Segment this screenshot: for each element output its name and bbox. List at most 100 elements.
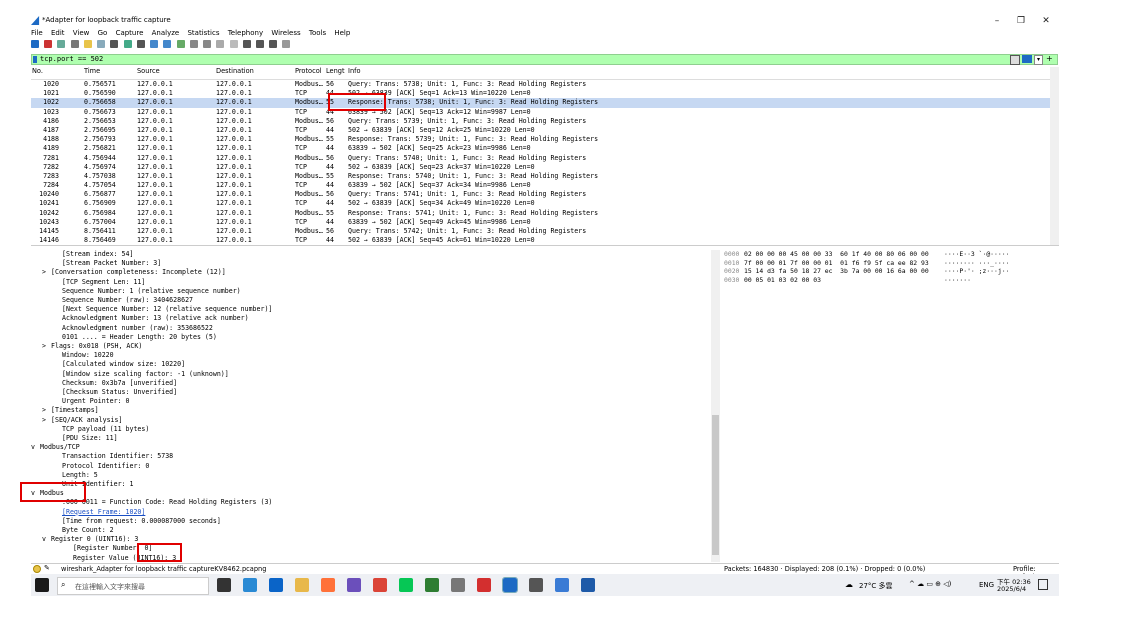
bytes-hex[interactable]: 15 14 d3 fa 50 18 27 ec 3b 7a 00 00 16 6… [744,267,929,276]
teams-icon[interactable] [347,578,361,592]
settings-gear-icon[interactable] [529,578,543,592]
clear-filter-icon[interactable] [1010,55,1020,65]
find-packet-icon[interactable] [136,40,145,48]
display-filter-input[interactable]: tcp.port == 502 [40,55,103,63]
header-col-destination[interactable]: Destination [216,67,254,76]
capture-options-icon[interactable] [70,40,79,48]
collapsed-arrow-icon[interactable]: > [42,342,46,351]
apply-filter-icon[interactable] [1022,55,1032,63]
menu-help[interactable]: Help [334,29,350,37]
close-button[interactable]: ✕ [1036,14,1056,28]
menu-telephony[interactable]: Telephony [228,29,263,37]
save-file-icon[interactable] [97,40,106,48]
bookmark-icon[interactable] [33,56,37,63]
menu-statistics[interactable]: Statistics [187,29,219,37]
last-packet-icon[interactable] [203,40,212,48]
packet-row[interactable]: 1020 0.756571 127.0.0.1 127.0.0.1 Modbus… 56 … [31,80,1059,89]
header-col-protocol[interactable]: Protocol [295,67,322,76]
packet-row[interactable]: 4187 2.756695 127.0.0.1 127.0.0.1 TCP 44 502 →… [31,126,1059,135]
excel-icon[interactable] [425,578,439,592]
filter-dropdown-icon[interactable]: ▾ [1034,55,1043,65]
collapsed-arrow-icon[interactable]: > [42,406,46,415]
task-view-icon[interactable] [217,578,231,592]
edit-comment-icon[interactable]: ✎ [44,564,50,572]
menu-edit[interactable]: Edit [51,29,65,37]
packet-row[interactable]: 10240 6.756877 127.0.0.1 127.0.0.1 Modbus… 56… [31,190,1059,199]
packet-row[interactable]: 7282 4.756974 127.0.0.1 127.0.0.1 TCP 44 502 →… [31,163,1059,172]
packet-row[interactable]: 7281 4.756944 127.0.0.1 127.0.0.1 Modbus… 56 … [31,154,1059,163]
restart-capture-icon[interactable] [57,40,66,48]
reload-icon[interactable] [123,40,132,48]
system-tray-icons[interactable]: ^ ☁ ▭ ⊕ ◁) [909,580,951,588]
packet-row[interactable]: 10243 6.757004 127.0.0.1 127.0.0.1 TCP 44 6383… [31,218,1059,227]
go-forward-icon[interactable] [163,40,172,48]
packet-row[interactable]: 1022 0.756658 127.0.0.1 127.0.0.1 Modbus… 55 R… [31,98,1059,108]
bytes-hex[interactable]: 02 00 00 00 45 00 00 33 60 1f 40 00 80 0… [744,250,929,259]
header-col-source[interactable]: Source [137,67,160,76]
bytes-off[interactable]: 0020 [724,267,739,276]
outlook-icon[interactable] [269,578,283,592]
colorize-icon[interactable] [229,40,238,48]
word-icon[interactable] [581,578,595,592]
packet-row[interactable]: 7284 4.757054 127.0.0.1 127.0.0.1 TCP 44 63839… [31,181,1059,190]
packet-row[interactable]: 4189 2.756821 127.0.0.1 127.0.0.1 TCP 44 63839… [31,144,1059,153]
first-packet-icon[interactable] [189,40,198,48]
bytes-ascii[interactable]: ····E··3 `·@····· [944,250,1009,259]
request-frame-link[interactable]: [Request Frame: 1020] [62,508,145,517]
start-icon[interactable] [35,578,49,592]
collapsed-arrow-icon[interactable]: > [42,416,46,425]
packet-row[interactable]: 14146 8.756469 127.0.0.1 127.0.0.1 TCP 44 502 … [31,236,1059,245]
header-col-length[interactable]: Lengt [326,67,345,76]
packet-row[interactable]: 4186 2.756653 127.0.0.1 127.0.0.1 Modbus… 56 … [31,117,1059,126]
packet-row[interactable]: 10242 6.756984 127.0.0.1 127.0.0.1 Modbus… 55… [31,209,1059,218]
stop-capture-icon[interactable] [44,40,53,48]
add-filter-button-icon[interactable]: + [1046,54,1053,63]
edge-icon[interactable] [243,578,257,592]
go-to-packet-icon[interactable] [176,40,185,48]
zoom-in-icon[interactable] [242,40,251,48]
menu-wireless[interactable]: Wireless [271,29,300,37]
bytes-ascii[interactable]: ····P·'· ;z···j·· [944,267,1009,276]
bytes-ascii[interactable]: ········ ···_···· [944,259,1009,268]
packet-row[interactable]: 1023 0.756673 127.0.0.1 127.0.0.1 TCP 44 63839… [31,108,1059,117]
close-file-icon[interactable] [110,40,119,48]
start-capture-icon[interactable] [31,40,39,48]
taskbar-search-box[interactable]: ⌕ 在這裡輸入文字來搜尋 [57,577,209,595]
firefox-icon[interactable] [321,578,335,592]
expanded-arrow-icon[interactable]: v [31,443,35,452]
menu-capture[interactable]: Capture [116,29,144,37]
wireshark-taskbar-icon[interactable] [502,577,518,593]
menu-view[interactable]: View [73,29,90,37]
input-language[interactable]: ENG [979,581,994,589]
file-explorer-icon[interactable] [295,578,309,592]
maximize-button[interactable]: ❐ [1011,14,1031,28]
menu-tools[interactable]: Tools [309,29,326,37]
minimize-button[interactable]: – [987,14,1007,28]
go-back-icon[interactable] [150,40,159,48]
acrobat-icon[interactable] [477,578,491,592]
bytes-hex[interactable]: 00 05 01 03 02 00 03 [744,276,821,285]
menu-file[interactable]: File [31,29,43,37]
remote-desktop-icon[interactable] [555,578,569,592]
collapsed-arrow-icon[interactable]: > [42,268,46,277]
packet-row[interactable]: 1021 0.756590 127.0.0.1 127.0.0.1 TCP 44 502 →… [31,89,1059,98]
weather-text[interactable]: 27°C 多雲 [859,581,893,591]
packet-list-scrollbar[interactable] [1050,67,1059,245]
notification-icon[interactable] [1038,579,1048,590]
chrome-icon[interactable] [373,578,387,592]
expanded-arrow-icon[interactable]: v [42,535,46,544]
calculator-icon[interactable] [451,578,465,592]
menu-go[interactable]: Go [98,29,108,37]
menu-analyze[interactable]: Analyze [152,29,180,37]
packet-row[interactable]: 10241 6.756909 127.0.0.1 127.0.0.1 TCP 44 502 … [31,199,1059,208]
details-scrollbar[interactable] [711,250,720,562]
bytes-hex[interactable]: 7f 00 00 01 7f 00 00 01 01 f6 f9 5f ca e… [744,259,929,268]
bytes-off[interactable]: 0030 [724,276,739,285]
header-col-no[interactable]: No. [32,67,43,76]
display-filter-bar[interactable]: tcp.port == 502 ▾ + [31,54,1058,65]
bytes-off[interactable]: 0010 [724,259,739,268]
expert-info-icon[interactable] [33,565,41,573]
weather-icon[interactable]: ☁ [845,580,853,589]
bytes-ascii[interactable]: ······· [944,276,971,285]
line-icon[interactable] [399,578,413,592]
